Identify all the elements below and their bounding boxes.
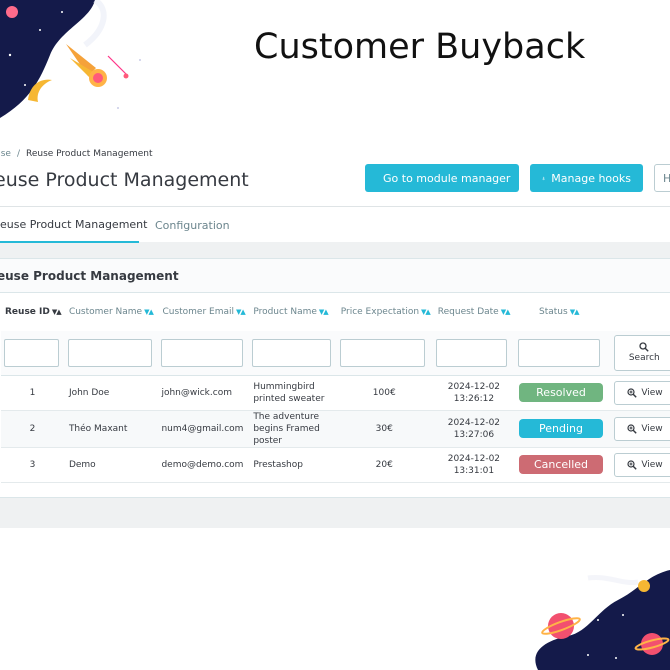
col-product-name[interactable]: Product Name ▼▲ (248, 293, 335, 331)
filter-customer-email-input[interactable] (161, 338, 244, 367)
reuse-product-card: euse Product Management Reuse ID ▼▲ Custo… (0, 258, 670, 498)
help-button[interactable]: H (654, 164, 670, 192)
breadcrumb-current: Reuse Product Management (25, 149, 153, 159)
col-customer-email[interactable]: Customer Email ▼▲ (157, 293, 248, 331)
manage-hooks-label: Manage hooks (551, 171, 631, 185)
cell-price: 20€ (335, 447, 433, 483)
cell-date-time: 13:27:06 (453, 429, 495, 440)
cell-product: Hummingbird printed sweater (248, 375, 336, 411)
col-customer-email-label: Customer Email (162, 307, 235, 317)
cell-id: 2 (1, 410, 64, 448)
cell-product: Prestashop (248, 447, 336, 483)
go-to-module-manager-button[interactable]: Go to module manager (365, 164, 519, 192)
filter-product-name-input[interactable] (252, 338, 331, 367)
breadcrumb-separator: / (16, 149, 20, 159)
table-row: 3 Demo demo@demo.com Prestashop 20€ 2024… (1, 447, 670, 483)
cell-email: num4@gmail.com (157, 410, 249, 448)
cell-date-day: 2024-12-02 (447, 453, 501, 464)
col-status[interactable]: Status ▼▲ (515, 293, 608, 331)
filter-status-input[interactable] (518, 338, 601, 367)
sort-icon[interactable]: ▼▲ (236, 308, 246, 316)
cell-date-day: 2024-12-02 (447, 381, 501, 392)
page-header: use / Reuse Product Management euse Produc… (0, 142, 670, 243)
col-price-expectation-label: Price Expectation (340, 307, 420, 317)
view-button[interactable]: View (614, 380, 670, 405)
cell-price: 100€ (335, 375, 433, 411)
breadcrumb-parent[interactable]: use (0, 149, 11, 159)
sort-icon[interactable]: ▼▲ (144, 308, 154, 316)
zoom-in-icon (627, 423, 638, 434)
cell-id: 3 (1, 447, 64, 483)
col-reuse-id-label: Reuse ID (5, 307, 50, 317)
col-request-date-label: Request Date (437, 307, 499, 317)
search-icon (639, 342, 650, 352)
view-button[interactable]: View (614, 452, 670, 477)
col-actions (608, 293, 670, 331)
cell-product: The adventure begins Framed poster (248, 410, 336, 448)
search-button[interactable]: Search (614, 334, 670, 371)
anchor-icon (542, 176, 546, 180)
col-reuse-id[interactable]: Reuse ID ▼▲ (1, 293, 64, 331)
reuse-table: Reuse ID ▼▲ Customer Name ▼▲ Customer Emai… (1, 293, 670, 483)
cell-date: 2024-12-02 13:27:06 (432, 410, 516, 448)
status-badge: Pending (519, 419, 604, 438)
manage-hooks-button[interactable]: Manage hooks (530, 164, 643, 192)
help-label: H (663, 171, 670, 185)
filter-reuse-id-input[interactable] (4, 338, 59, 367)
status-badge: Resolved (519, 383, 604, 402)
page-title: euse Product Management (0, 169, 249, 191)
cell-date: 2024-12-02 13:31:01 (432, 447, 516, 483)
zoom-in-icon (627, 459, 638, 470)
col-request-date[interactable]: Request Date ▼▲ (433, 293, 515, 331)
filter-price-input[interactable] (339, 338, 425, 367)
col-price-expectation[interactable]: Price Expectation ▼▲ (336, 293, 433, 331)
filter-row: Search (1, 331, 670, 376)
card-title: euse Product Management (0, 259, 670, 293)
view-label: View (641, 459, 663, 470)
zoom-in-icon (627, 387, 638, 398)
sort-icon[interactable]: ▼▲ (52, 308, 62, 316)
filter-customer-name-input[interactable] (67, 338, 153, 367)
cell-price: 30€ (335, 410, 433, 448)
cell-name: Théo Maxant (63, 410, 158, 448)
promo-title: Customer Buyback (254, 27, 586, 67)
view-label: View (641, 423, 663, 434)
filter-date-input[interactable] (435, 338, 508, 367)
col-customer-name-label: Customer Name (68, 307, 143, 317)
col-customer-name[interactable]: Customer Name ▼▲ (64, 293, 158, 331)
tab-reuse-product-management[interactable]: euse Product Management (0, 207, 147, 243)
col-status-label: Status (539, 307, 568, 317)
view-button[interactable]: View (614, 416, 670, 441)
sort-icon[interactable]: ▼▲ (319, 308, 329, 316)
sort-icon[interactable]: ▼▲ (501, 308, 511, 316)
table-row: 2 Théo Maxant num4@gmail.com The adventu… (1, 410, 670, 448)
cell-date-time: 13:31:01 (453, 465, 495, 476)
cell-name: Demo (63, 447, 158, 483)
admin-screenshot: use / Reuse Product Management euse Produc… (0, 142, 670, 528)
view-label: View (641, 387, 663, 398)
cell-date: 2024-12-02 13:26:12 (432, 375, 516, 411)
search-label: Search (628, 353, 660, 364)
space-illustration-top (0, 0, 141, 118)
sort-icon[interactable]: ▼▲ (421, 308, 431, 316)
col-product-name-label: Product Name (253, 307, 317, 317)
cell-email: john@wick.com (157, 375, 249, 411)
module-manager-label: Go to module manager (383, 171, 511, 185)
table-row: 1 John Doe john@wick.com Hummingbird pri… (1, 375, 670, 411)
cell-date-time: 13:26:12 (453, 393, 495, 404)
tab-bar: euse Product Management Configuration (0, 206, 670, 243)
sort-icon[interactable]: ▼▲ (570, 308, 580, 316)
cell-id: 1 (1, 375, 64, 411)
cell-date-day: 2024-12-02 (447, 417, 501, 428)
status-badge: Cancelled (519, 455, 604, 474)
tab-configuration[interactable]: Configuration (155, 207, 230, 243)
breadcrumb: use / Reuse Product Management (0, 149, 152, 159)
space-illustration-bottom (535, 570, 670, 670)
cell-email: demo@demo.com (157, 447, 249, 483)
cell-name: John Doe (63, 375, 158, 411)
